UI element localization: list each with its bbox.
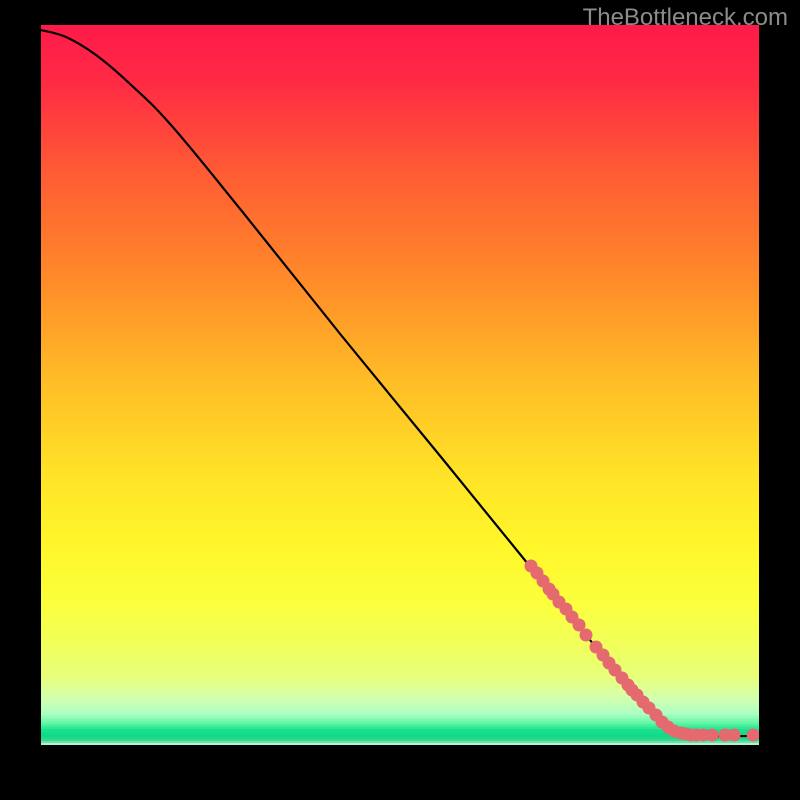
- chart-plot-area: [41, 25, 759, 745]
- marker-dot: [706, 729, 719, 742]
- marker-dot: [728, 729, 741, 742]
- marker-series: [41, 25, 759, 745]
- marker-dot: [747, 729, 760, 742]
- marker-dot: [580, 629, 593, 642]
- watermark-text: TheBottleneck.com: [583, 4, 788, 32]
